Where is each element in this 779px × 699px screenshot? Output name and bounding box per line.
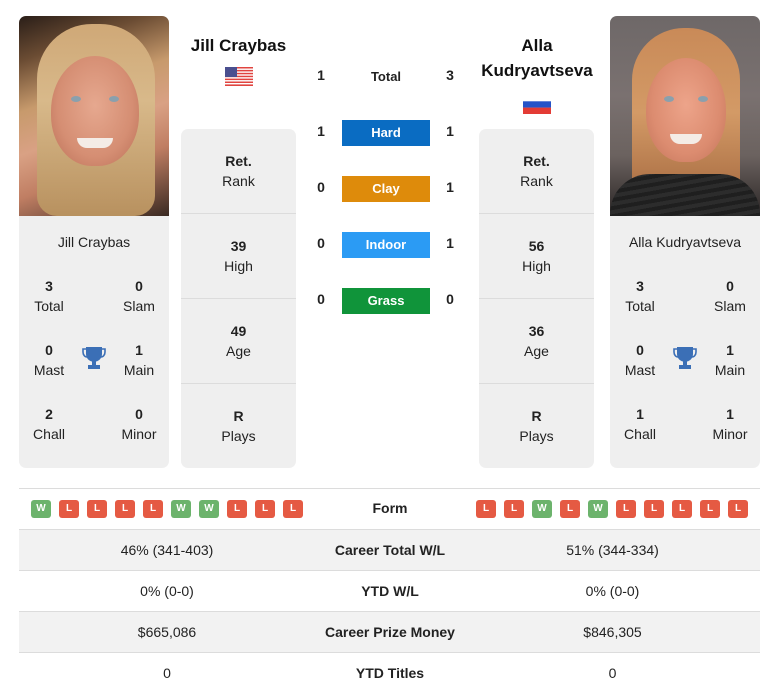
player-titles-card-right: Alla Kudryavtseva 3 Total 0 Slam 0 Mast … [610, 216, 760, 468]
h2h-total-label: Total [370, 69, 402, 84]
surface-hard-button[interactable]: Hard [342, 120, 430, 146]
titles-minor-right: 1 Minor [712, 406, 748, 442]
form-badge-loss[interactable]: L [115, 500, 135, 518]
form-badge-loss[interactable]: L [644, 500, 664, 518]
form-badge-loss[interactable]: L [283, 500, 303, 518]
stat-right: 51% (344-334) [566, 542, 659, 558]
stat-label: Career Prize Money [325, 624, 455, 640]
info-plays-left: R Plays [221, 408, 256, 444]
h2h-indoor-right: 1 [446, 235, 454, 251]
info-rank-left: Ret. Rank [222, 153, 255, 189]
divider [181, 383, 296, 384]
divider [479, 213, 594, 214]
info-plays-right: R Plays [519, 408, 554, 444]
stat-right: 0% (0-0) [585, 583, 640, 599]
player-info-right: Ret. Rank 56 High 36 Age R Plays [479, 129, 594, 468]
titles-main-right: 1 Main [714, 342, 746, 378]
titles-total-left: 3 Total [34, 278, 64, 314]
russia-flag-icon [523, 95, 551, 114]
h2h-total-right: 3 [446, 67, 454, 83]
divider [181, 213, 296, 214]
form-badge-loss[interactable]: L [616, 500, 636, 518]
h2h-grass-left: 0 [317, 291, 325, 307]
stat-right: 0 [608, 665, 617, 681]
stat-right: $846,305 [583, 624, 642, 640]
titles-chall-left: 2 Chall [33, 406, 65, 442]
stats-row-career-wl: 46% (341-403) Career Total W/L 51% (344-… [19, 530, 760, 571]
form-badge-loss[interactable]: L [672, 500, 692, 518]
info-age-left: 49 Age [226, 323, 251, 359]
player-name-right[interactable]: Alla Kudryavtseva [470, 33, 604, 83]
stats-row-ytd-titles: 0 YTD Titles 0 [19, 653, 760, 694]
form-badge-loss[interactable]: L [87, 500, 107, 518]
form-badge-loss[interactable]: L [227, 500, 247, 518]
divider [479, 298, 594, 299]
h2h-clay-right: 1 [446, 179, 454, 195]
surface-indoor-button[interactable]: Indoor [342, 232, 430, 258]
form-badge-win[interactable]: W [588, 500, 608, 518]
stat-left: 0 [163, 665, 171, 681]
stat-left: 0% (0-0) [140, 583, 194, 599]
player-photo-left [19, 16, 169, 216]
info-high-right: 56 High [522, 238, 551, 274]
form-badge-loss[interactable]: L [560, 500, 580, 518]
stat-label: YTD Titles [355, 665, 425, 681]
titles-mast-left: 0 Mast [33, 342, 65, 378]
usa-flag-icon [225, 67, 253, 86]
form-badge-loss[interactable]: L [255, 500, 275, 518]
titles-slam-right: 0 Slam [714, 278, 746, 314]
form-badge-win[interactable]: W [532, 500, 552, 518]
form-badge-win[interactable]: W [199, 500, 219, 518]
info-age-right: 36 Age [524, 323, 549, 359]
form-badge-loss[interactable]: L [476, 500, 496, 518]
divider [181, 298, 296, 299]
divider [479, 383, 594, 384]
stat-label: Career Total W/L [334, 542, 446, 558]
surface-grass-button[interactable]: Grass [342, 288, 430, 314]
form-badge-loss[interactable]: L [504, 500, 524, 518]
player-photo-right [610, 16, 760, 216]
player-info-left: Ret. Rank 39 High 49 Age R Plays [181, 129, 296, 468]
trophy-icon [673, 347, 697, 369]
h2h-clay-left: 0 [317, 179, 325, 195]
form-badge-loss[interactable]: L [143, 500, 163, 518]
h2h-indoor-left: 0 [317, 235, 325, 251]
surface-clay-button[interactable]: Clay [342, 176, 430, 202]
form-badge-loss[interactable]: L [728, 500, 748, 518]
player-card-name-left[interactable]: Jill Craybas [19, 234, 169, 250]
form-label: Form [372, 500, 408, 516]
titles-total-right: 3 Total [625, 278, 655, 314]
h2h-hard-left: 1 [317, 123, 325, 139]
stat-left: 46% (341-403) [120, 542, 214, 558]
titles-main-left: 1 Main [123, 342, 155, 378]
h2h-grass-right: 0 [446, 291, 454, 307]
form-badge-win[interactable]: W [31, 500, 51, 518]
stat-left: $665,086 [137, 624, 197, 640]
form-badge-win[interactable]: W [171, 500, 191, 518]
form-badge-loss[interactable]: L [59, 500, 79, 518]
titles-mast-right: 0 Mast [624, 342, 656, 378]
titles-slam-left: 0 Slam [123, 278, 155, 314]
titles-minor-left: 0 Minor [121, 406, 157, 442]
player-titles-card-left: Jill Craybas 3 Total 0 Slam 0 Mast 1 Mai… [19, 216, 169, 468]
info-rank-right: Ret. Rank [520, 153, 553, 189]
divider [19, 488, 760, 489]
h2h-hard-right: 1 [446, 123, 454, 139]
titles-chall-right: 1 Chall [624, 406, 656, 442]
stats-row-ytd-wl: 0% (0-0) YTD W/L 0% (0-0) [19, 571, 760, 612]
player-name-left[interactable]: Jill Craybas [176, 33, 301, 58]
stat-label: YTD W/L [361, 583, 419, 599]
player-card-name-right[interactable]: Alla Kudryavtseva [610, 234, 760, 250]
form-badge-loss[interactable]: L [700, 500, 720, 518]
trophy-icon [82, 347, 106, 369]
info-high-left: 39 High [224, 238, 253, 274]
stats-row-prize-money: $665,086 Career Prize Money $846,305 [19, 612, 760, 653]
h2h-total-left: 1 [317, 67, 325, 83]
